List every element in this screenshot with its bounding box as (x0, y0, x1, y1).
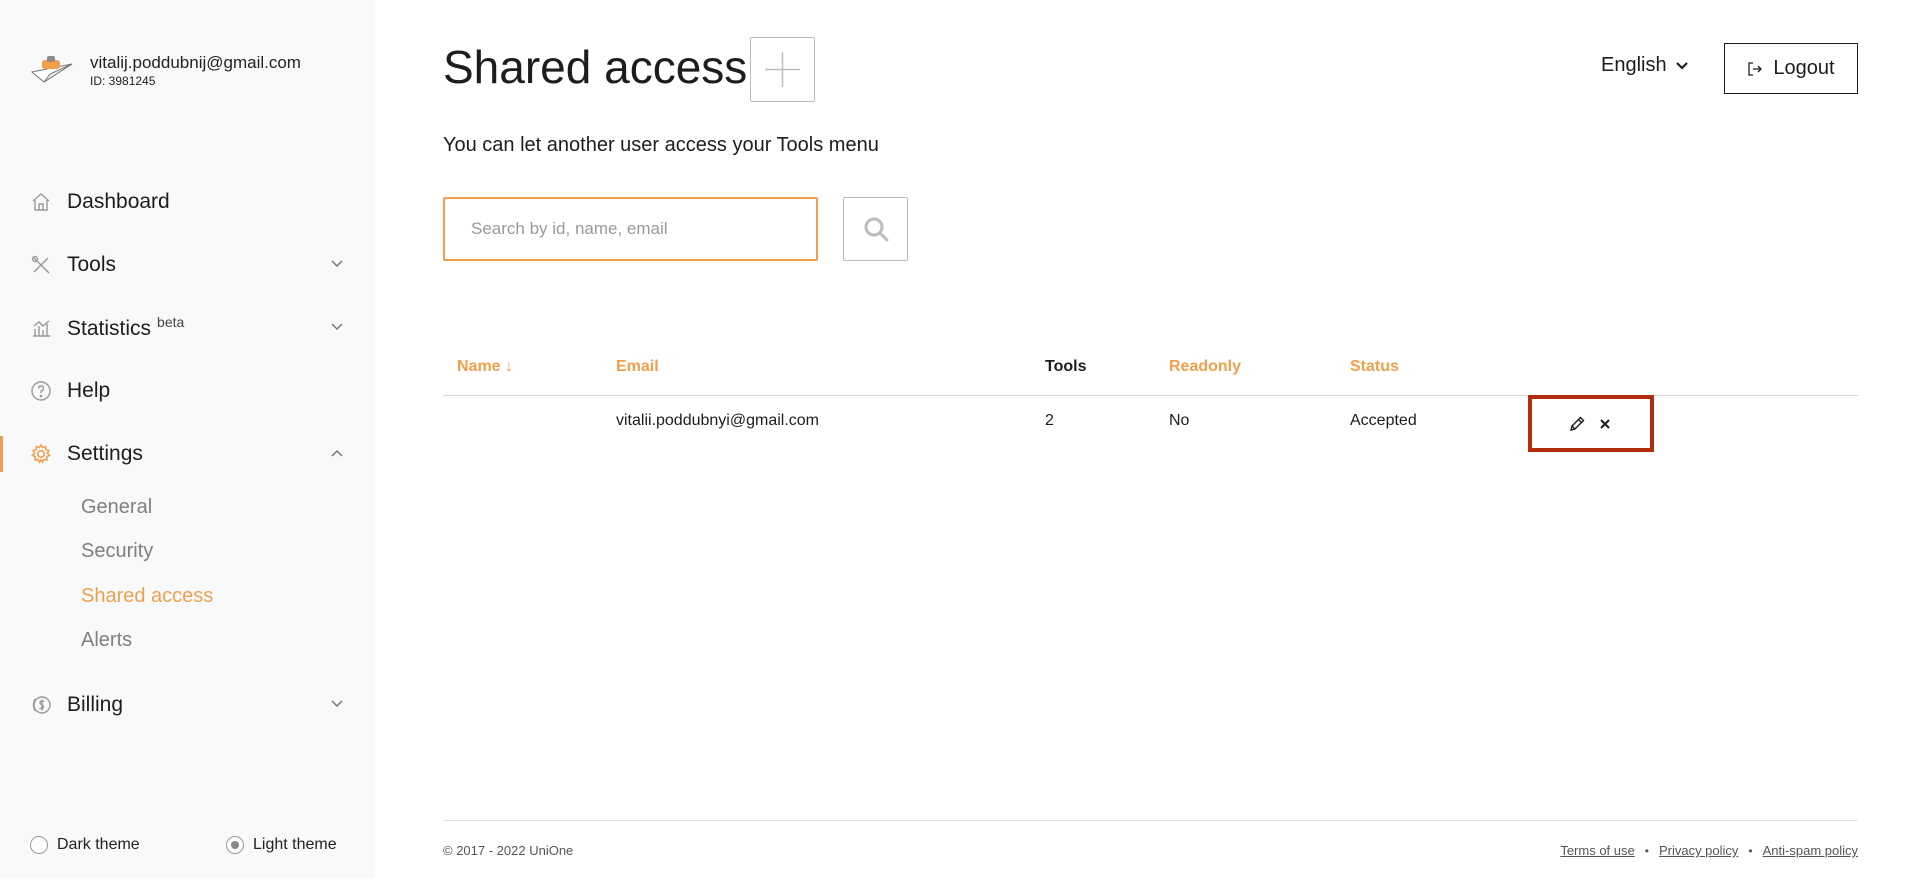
user-email: vitalij.poddubnij@gmail.com (90, 53, 301, 72)
light-theme-option[interactable]: Light theme (226, 836, 337, 854)
gear-icon (30, 442, 52, 465)
dark-theme-option[interactable]: Dark theme (30, 836, 140, 854)
cell-tools: 2 (1045, 412, 1054, 429)
billing-icon (30, 694, 52, 716)
logout-label: Logout (1773, 57, 1835, 79)
sidebar-item-settings[interactable]: Settings (0, 422, 374, 485)
cell-status: Accepted (1350, 412, 1417, 429)
cell-email: vitalii.poddubnyi@gmail.com (616, 412, 819, 429)
shared-access-table: Name ↓ Email Tools Readonly Status (443, 354, 1858, 396)
search-input[interactable] (443, 197, 818, 261)
sidebar-item-statistics[interactable]: Statistics beta (0, 296, 374, 359)
sidebar-item-label: Statistics beta (67, 314, 184, 341)
logout-button[interactable]: Logout (1724, 43, 1858, 94)
footer-links: Terms of use • Privacy policy • Anti-spa… (1560, 843, 1858, 858)
help-icon (30, 380, 52, 402)
column-header-email[interactable]: Email (616, 358, 659, 376)
chevron-down-icon (331, 323, 343, 331)
cell-readonly: No (1169, 412, 1190, 429)
sidebar-item-label: Billing (67, 692, 124, 716)
chevron-down-icon (331, 700, 343, 708)
sidebar: vitalij.poddubnij@gmail.com ID: 3981245 … (0, 0, 374, 878)
search-button[interactable] (843, 197, 908, 261)
submenu-item-general[interactable]: General (81, 485, 374, 530)
chart-icon (30, 317, 52, 339)
anti-spam-policy-link[interactable]: Anti-spam policy (1763, 843, 1858, 858)
paper-plane-avatar-icon (30, 56, 73, 83)
main-content: Shared access English Logout You can let… (443, 0, 1858, 881)
home-icon (30, 191, 52, 213)
submenu-item-alerts[interactable]: Alerts (81, 619, 374, 664)
search-icon (864, 217, 888, 242)
language-label: English (1601, 54, 1667, 76)
dark-theme-label: Dark theme (57, 836, 140, 853)
column-header-status[interactable]: Status (1350, 358, 1399, 376)
user-id: ID: 3981245 (90, 74, 156, 88)
add-shared-access-button[interactable] (750, 37, 815, 102)
privacy-policy-link[interactable]: Privacy policy (1659, 843, 1738, 858)
separator-dot: • (1644, 843, 1649, 858)
submenu-item-security[interactable]: Security (81, 530, 374, 575)
sidebar-item-tools[interactable]: Tools (0, 233, 374, 296)
dark-theme-radio[interactable] (30, 836, 48, 854)
copyright: © 2017 - 2022 UniOne (443, 843, 574, 858)
sidebar-item-dashboard[interactable]: Dashboard (0, 170, 374, 233)
pencil-icon[interactable] (1567, 414, 1587, 434)
close-icon[interactable] (1595, 414, 1615, 434)
separator-dot: • (1748, 843, 1753, 858)
column-header-tools: Tools (1045, 358, 1087, 375)
sidebar-item-label: Settings (67, 441, 143, 465)
row-actions (1528, 395, 1654, 452)
chevron-down-icon (331, 260, 343, 268)
column-header-name[interactable]: Name ↓ (457, 358, 513, 376)
tools-icon (30, 254, 52, 276)
user-profile: vitalij.poddubnij@gmail.com ID: 3981245 (30, 52, 301, 88)
light-theme-radio[interactable] (226, 836, 244, 854)
chevron-down-icon (1675, 61, 1688, 70)
beta-badge: beta (157, 314, 185, 330)
chevron-up-icon (331, 449, 343, 457)
sidebar-item-billing[interactable]: Billing (0, 673, 374, 736)
sidebar-nav: Dashboard Tools Statistics beta Help Set… (0, 170, 374, 736)
logout-icon (1748, 61, 1763, 76)
sidebar-item-help[interactable]: Help (0, 359, 374, 422)
footer: © 2017 - 2022 UniOne Terms of use • Priv… (443, 820, 1858, 858)
language-selector[interactable]: English (1601, 54, 1689, 77)
plus-icon (765, 52, 800, 87)
table-header: Name ↓ Email Tools Readonly Status (443, 354, 1858, 396)
sidebar-item-label: Dashboard (67, 189, 170, 213)
page-subtitle: You can let another user access your Too… (443, 134, 879, 156)
sidebar-item-label: Tools (67, 252, 117, 276)
light-theme-label: Light theme (253, 836, 337, 853)
submenu-item-shared-access[interactable]: Shared access (81, 574, 374, 619)
statistics-label: Statistics (67, 317, 152, 340)
column-header-readonly[interactable]: Readonly (1169, 358, 1241, 376)
terms-of-use-link[interactable]: Terms of use (1560, 843, 1634, 858)
page-title: Shared access (443, 41, 748, 93)
settings-submenu: General Security Shared access Alerts (0, 485, 374, 663)
sidebar-item-label: Help (67, 378, 111, 402)
